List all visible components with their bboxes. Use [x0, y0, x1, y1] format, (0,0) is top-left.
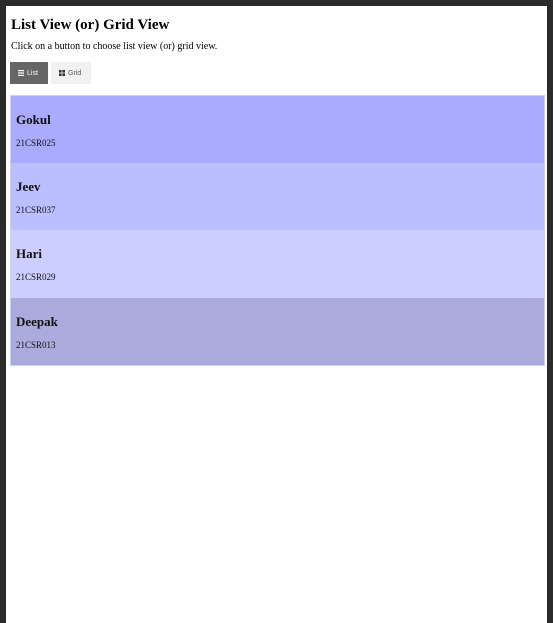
student-code: 21CSR013 [16, 340, 56, 350]
student-code: 21CSR025 [16, 138, 56, 148]
student-name: Jeev [16, 179, 41, 194]
list-item: Gokul 21CSR025 [11, 96, 544, 163]
grid-view-button-label: Grid [68, 69, 82, 77]
student-name: Hari [16, 246, 42, 261]
grid-icon [59, 70, 65, 76]
list-view-button[interactable]: List [10, 62, 48, 84]
list-item: Deepak 21CSR013 [11, 298, 544, 365]
page-title: List View (or) Grid View [11, 17, 170, 33]
student-list: Gokul 21CSR025 Jeev 21CSR037 Hari 21CSR0… [10, 95, 545, 366]
student-code: 21CSR037 [16, 205, 56, 215]
list-item: Jeev 21CSR037 [11, 163, 544, 230]
list-icon [18, 70, 24, 76]
instructions-text: Click on a button to choose list view (o… [11, 41, 218, 52]
page: List View (or) Grid View Click on a butt… [6, 6, 547, 623]
view-toggle-group: List Grid [10, 62, 91, 84]
list-view-button-label: List [27, 69, 38, 77]
list-item: Hari 21CSR029 [11, 230, 544, 298]
student-code: 21CSR029 [16, 272, 56, 282]
student-name: Gokul [16, 112, 51, 127]
student-name: Deepak [16, 314, 58, 329]
grid-view-button[interactable]: Grid [51, 62, 91, 84]
